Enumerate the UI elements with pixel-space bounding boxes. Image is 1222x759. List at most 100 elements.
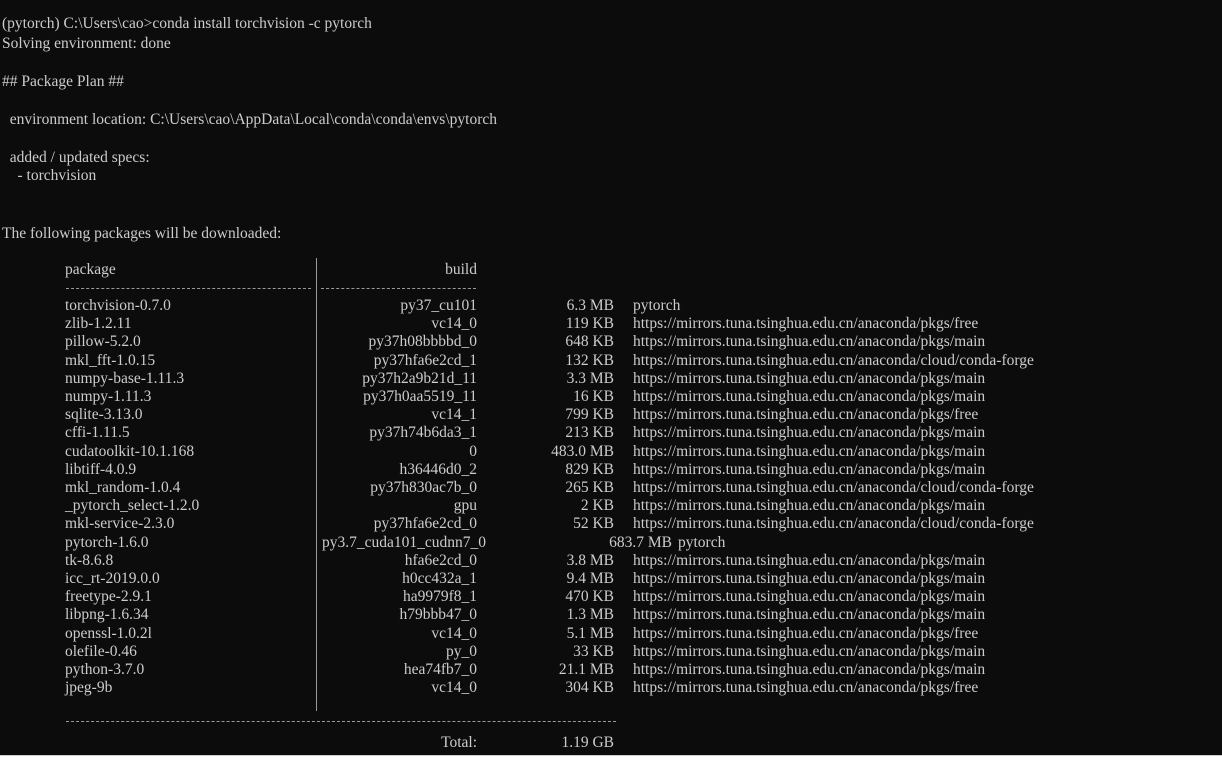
- package-size: 3.8 MB: [566, 552, 614, 569]
- package-size: 52 KB: [573, 515, 614, 532]
- package-channel: https://mirrors.tuna.tsinghua.edu.cn/ana…: [633, 333, 986, 350]
- package-name: mkl_fft-1.0.15: [65, 352, 156, 369]
- package-channel: https://mirrors.tuna.tsinghua.edu.cn/ana…: [633, 461, 986, 478]
- package-build: ha9979f8_1: [402, 588, 477, 605]
- package-size: 5.1 MB: [566, 625, 614, 642]
- package-channel: https://mirrors.tuna.tsinghua.edu.cn/ana…: [633, 424, 986, 441]
- download-header: The following packages will be downloade…: [2, 225, 282, 242]
- package-build: py37h74b6da3_1: [369, 424, 477, 441]
- package-name: mkl_random-1.0.4: [65, 479, 181, 496]
- column-header-package: package: [65, 261, 116, 278]
- column-header-build: build: [445, 261, 477, 278]
- package-name: sqlite-3.13.0: [65, 406, 143, 423]
- package-channel: https://mirrors.tuna.tsinghua.edu.cn/ana…: [633, 388, 986, 405]
- header-divider-build: [321, 288, 476, 289]
- package-size: 799 KB: [565, 406, 614, 423]
- package-build: py37h0aa5519_11: [363, 388, 477, 405]
- package-name: jpeg-9b: [65, 679, 113, 696]
- package-build: h79bbb47_0: [399, 606, 478, 623]
- package-size: 16 KB: [573, 388, 614, 405]
- package-build: hea74fb7_0: [403, 661, 477, 678]
- package-name: libtiff-4.0.9: [65, 461, 137, 478]
- package-channel: https://mirrors.tuna.tsinghua.edu.cn/ana…: [633, 552, 986, 569]
- package-channel: https://mirrors.tuna.tsinghua.edu.cn/ana…: [633, 643, 986, 660]
- environment-location: environment location: C:\Users\cao\AppDa…: [2, 111, 497, 128]
- package-name: pytorch-1.6.0: [65, 534, 149, 551]
- package-build: h36446d0_2: [399, 461, 478, 478]
- package-channel: https://mirrors.tuna.tsinghua.edu.cn/ana…: [633, 588, 986, 605]
- total-divider: [66, 721, 616, 722]
- package-size: 132 KB: [565, 352, 614, 369]
- package-size: 119 KB: [565, 315, 614, 332]
- package-channel: https://mirrors.tuna.tsinghua.edu.cn/ana…: [633, 625, 979, 642]
- package-build: hfa6e2cd_0: [404, 552, 477, 569]
- package-build: gpu: [453, 497, 477, 514]
- package-size: 265 KB: [565, 479, 614, 496]
- package-name: freetype-2.9.1: [65, 588, 152, 605]
- package-build: vc14_0: [431, 315, 477, 332]
- package-channel: https://mirrors.tuna.tsinghua.edu.cn/ana…: [633, 479, 1034, 496]
- package-size: 2 KB: [580, 497, 614, 514]
- terminal-window[interactable]: (pytorch) C:\Users\cao>conda install tor…: [0, 0, 1222, 755]
- package-size: 3.3 MB: [566, 370, 614, 387]
- package-name: zlib-1.2.11: [65, 315, 132, 332]
- package-channel: https://mirrors.tuna.tsinghua.edu.cn/ana…: [633, 352, 1034, 369]
- total-size: 1.19 GB: [561, 734, 614, 751]
- package-size: 648 KB: [565, 333, 614, 350]
- package-channel: https://mirrors.tuna.tsinghua.edu.cn/ana…: [633, 443, 986, 460]
- column-separator: [316, 258, 317, 711]
- package-channel: pytorch: [678, 534, 726, 551]
- package-channel: https://mirrors.tuna.tsinghua.edu.cn/ana…: [633, 406, 979, 423]
- package-channel: https://mirrors.tuna.tsinghua.edu.cn/ana…: [633, 570, 986, 587]
- package-build: py37_cu101: [400, 297, 477, 314]
- package-size: 33 KB: [573, 643, 614, 660]
- package-name: torchvision-0.7.0: [65, 297, 171, 314]
- package-build: 0: [469, 443, 477, 460]
- package-plan-header: ## Package Plan ##: [2, 73, 124, 90]
- package-size: 1.3 MB: [566, 606, 614, 623]
- package-name: pillow-5.2.0: [65, 333, 141, 350]
- package-size: 470 KB: [565, 588, 614, 605]
- package-channel: https://mirrors.tuna.tsinghua.edu.cn/ana…: [633, 515, 1034, 532]
- package-channel: https://mirrors.tuna.tsinghua.edu.cn/ana…: [633, 606, 986, 623]
- specs-header: added / updated specs:: [2, 149, 150, 166]
- package-name: cffi-1.11.5: [65, 424, 130, 441]
- command-line: (pytorch) C:\Users\cao>conda install tor…: [2, 15, 372, 32]
- package-name: numpy-1.11.3: [65, 388, 152, 405]
- package-size: 21.1 MB: [558, 661, 614, 678]
- package-build: vc14_0: [431, 625, 477, 642]
- package-size: 9.4 MB: [566, 570, 614, 587]
- package-name: numpy-base-1.11.3: [65, 370, 185, 387]
- window-bottom-border: [0, 755, 1222, 756]
- package-size: 304 KB: [565, 679, 614, 696]
- spec-item: - torchvision: [2, 167, 97, 184]
- package-build: vc14_0: [431, 679, 477, 696]
- package-channel: pytorch: [633, 297, 681, 314]
- package-name: icc_rt-2019.0.0: [65, 570, 160, 587]
- package-size: 213 KB: [565, 424, 614, 441]
- package-build: vc14_1: [431, 406, 477, 423]
- package-name: olefile-0.46: [65, 643, 137, 660]
- total-label: Total:: [441, 734, 477, 751]
- package-name: python-3.7.0: [65, 661, 145, 678]
- package-build: py37hfa6e2cd_0: [373, 515, 477, 532]
- package-channel: https://mirrors.tuna.tsinghua.edu.cn/ana…: [633, 661, 986, 678]
- package-name: _pytorch_select-1.2.0: [65, 497, 200, 514]
- package-channel: https://mirrors.tuna.tsinghua.edu.cn/ana…: [633, 370, 986, 387]
- package-name: openssl-1.0.2l: [65, 625, 152, 642]
- header-divider-package: [66, 288, 311, 289]
- package-size: 829 KB: [565, 461, 614, 478]
- package-build: py_0: [446, 643, 477, 660]
- package-build: h0cc432a_1: [402, 570, 477, 587]
- package-channel: https://mirrors.tuna.tsinghua.edu.cn/ana…: [633, 497, 986, 514]
- package-size: 683.7 MB: [609, 534, 672, 551]
- package-name: libpng-1.6.34: [65, 606, 149, 623]
- package-channel: https://mirrors.tuna.tsinghua.edu.cn/ana…: [633, 679, 979, 696]
- package-name: tk-8.6.8: [65, 552, 114, 569]
- solving-status: Solving environment: done: [2, 35, 171, 52]
- package-build: py3.7_cuda101_cudnn7_0: [322, 534, 487, 551]
- package-channel: https://mirrors.tuna.tsinghua.edu.cn/ana…: [633, 315, 979, 332]
- package-name: mkl-service-2.3.0: [65, 515, 175, 532]
- package-build: py37h2a9b21d_11: [362, 370, 477, 387]
- package-size: 483.0 MB: [551, 443, 614, 460]
